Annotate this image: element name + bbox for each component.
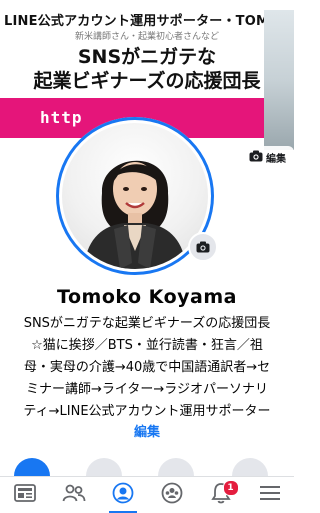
cover-side-photo <box>264 10 294 150</box>
tab-groups[interactable] <box>152 477 192 513</box>
change-avatar-button[interactable] <box>188 232 218 262</box>
friends-icon <box>62 484 86 506</box>
profile-icon <box>112 482 134 508</box>
bottom-tab-bar: 1 <box>0 476 294 513</box>
tab-friends[interactable] <box>54 477 94 513</box>
news-feed-icon <box>13 484 36 506</box>
profile-bio: SNSがニガテな起業ビギナーズの応援団長 ☆猫に挨拶／BTS・並行読書・狂言／祖… <box>0 313 294 443</box>
tab-menu[interactable] <box>250 477 290 513</box>
profile-action-row <box>0 456 294 494</box>
avatar[interactable] <box>62 123 208 269</box>
cover-url-text: http <box>40 108 83 127</box>
cover-text-line-2: 新米講師さん・起業初心者さんなど <box>74 32 219 42</box>
cover-text-line-4: 起業ビギナーズの応援団長 <box>33 70 261 92</box>
edit-bio-link[interactable]: 編集 <box>0 423 294 443</box>
bio-line: ティ→LINE公式アカウント運用サポーター <box>23 404 271 419</box>
camera-icon <box>249 150 263 165</box>
bio-line: 母・実母の介護→40歳で中国語通訳者→セ <box>23 360 271 375</box>
cover-text-line-1: LINE公式アカウント運用サポーター・TOMO <box>4 14 281 29</box>
profile-name: Tomoko Koyama <box>57 286 237 308</box>
tab-news-feed[interactable] <box>5 477 45 513</box>
bio-line: ☆猫に挨拶／BTS・並行読書・狂言／祖 <box>31 338 263 353</box>
tab-profile[interactable] <box>103 477 143 513</box>
groups-icon <box>161 482 183 508</box>
edit-cover-label: 編集 <box>266 153 286 165</box>
tab-notifications[interactable]: 1 <box>201 477 241 513</box>
bio-line: ミナー講師→ライター→ラジオパーソナリ <box>25 382 268 397</box>
edit-cover-button[interactable]: 編集 <box>244 146 294 168</box>
menu-icon <box>259 485 280 505</box>
notification-count-badge: 1 <box>222 480 239 496</box>
bio-line: SNSがニガテな起業ビギナーズの応援団長 <box>23 316 271 331</box>
camera-icon <box>196 238 210 257</box>
cover-text-line-3: SNSがニガテな <box>77 46 217 68</box>
